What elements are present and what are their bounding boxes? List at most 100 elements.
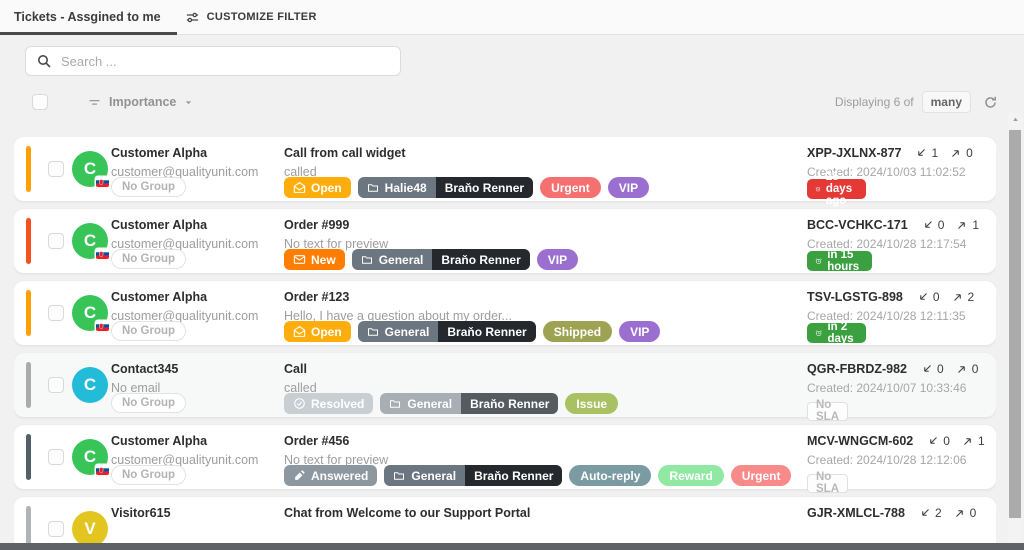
contact-name: Customer Alpha xyxy=(111,218,207,232)
contact-name: Visitor615 xyxy=(111,506,171,520)
ticket-checkbox[interactable] xyxy=(48,233,64,249)
department-agent-pill: General Braňo Renner xyxy=(380,393,558,414)
arrow-up-right-icon xyxy=(950,147,962,159)
tag-list: Urgent VIP xyxy=(540,177,649,198)
received-count: 0 xyxy=(943,434,950,448)
search-icon xyxy=(36,53,52,69)
active-tab-underline xyxy=(0,32,177,35)
priority-bar xyxy=(26,218,31,264)
tag-pill: Reward xyxy=(658,465,723,486)
ticket-checkbox[interactable] xyxy=(48,161,64,177)
sent-counter: 0 xyxy=(954,506,977,520)
search-input[interactable] xyxy=(61,54,390,69)
ticket-checkbox[interactable] xyxy=(48,449,64,465)
contact-name: Customer Alpha xyxy=(111,146,207,160)
group-chip: No Group xyxy=(111,249,186,269)
received-count: 0 xyxy=(938,218,945,232)
received-counter: 2 xyxy=(919,506,942,520)
ticket-subject: Order #456 xyxy=(284,434,349,448)
created-text: Created: 2024/10/28 12:12:06 xyxy=(807,453,966,467)
ticket-checkbox[interactable] xyxy=(48,377,64,393)
department-segment: Halie48 xyxy=(358,177,436,198)
tag-pill: Issue xyxy=(565,393,618,414)
tag-pill: Urgent xyxy=(540,177,601,198)
count-chip[interactable]: many xyxy=(922,91,971,113)
department-segment: General xyxy=(380,393,461,414)
select-all-checkbox[interactable] xyxy=(32,94,48,110)
received-counter: 0 xyxy=(921,362,944,376)
tag-pill: Urgent xyxy=(731,465,792,486)
arrow-up-right-icon xyxy=(956,363,968,375)
ticket-code: BCC-VCHKC-171 xyxy=(807,218,908,232)
arrow-down-left-icon xyxy=(921,363,933,375)
refresh-icon[interactable] xyxy=(983,95,998,110)
customize-filter-label: CUSTOMIZE FILTER xyxy=(207,11,317,23)
received-counter: 0 xyxy=(917,290,940,304)
sent-counter: 0 xyxy=(956,362,979,376)
contact-name: Contact345 xyxy=(111,362,178,376)
ticket-row[interactable]: C Customer Alpha customer@qualityunit.co… xyxy=(14,425,996,489)
arrow-down-left-icon xyxy=(919,507,931,519)
flag-icon xyxy=(96,465,109,475)
tag-pill: VIP xyxy=(608,177,649,198)
badge-row: Answered General Braňo Renner Auto-reply… xyxy=(284,465,791,486)
scrollbar-thumb[interactable] xyxy=(1009,130,1021,518)
ticket-checkbox[interactable] xyxy=(48,521,64,537)
arrow-up-right-icon xyxy=(954,507,966,519)
sent-counter: 1 xyxy=(962,434,985,448)
priority-bar xyxy=(26,434,31,480)
ticket-row[interactable]: C Customer Alpha customer@qualityunit.co… xyxy=(14,209,996,273)
group-chip: No Group xyxy=(111,177,186,197)
tab-bar: Tickets - Assgined to me CUSTOMIZE FILTE… xyxy=(0,0,1024,35)
tab-label: Tickets - Assgined to me xyxy=(14,10,161,24)
contact-name: Customer Alpha xyxy=(111,290,207,304)
sla-badge: in 15 hours xyxy=(807,251,872,271)
tag-list: ShippedVIP xyxy=(543,321,661,342)
tab-tickets-assigned[interactable]: Tickets - Assgined to me xyxy=(0,0,177,35)
badge-row: New General Braňo Renner VIP xyxy=(284,249,578,270)
ticket-row[interactable]: C Customer Alpha customer@qualityunit.co… xyxy=(14,137,996,201)
priority-bar xyxy=(26,290,31,336)
department-agent-pill: Halie48 Braňo Renner xyxy=(358,177,533,198)
department-agent-pill: General Braňo Renner xyxy=(384,465,562,486)
tag-list: Issue xyxy=(565,393,618,414)
ticket-subject: Call xyxy=(284,362,307,376)
sort-importance-dropdown[interactable]: Importance xyxy=(87,95,194,110)
tag-pill: Auto-reply xyxy=(569,465,651,486)
received-counter: 0 xyxy=(927,434,950,448)
displaying-label: Displaying 6 of xyxy=(835,95,914,109)
sent-count: 0 xyxy=(970,506,977,520)
status-badge: Answered xyxy=(284,465,377,486)
status-badge: Resolved xyxy=(284,393,373,414)
ticket-row[interactable]: V Visitor615 Chat from Welcome to our Su… xyxy=(14,497,996,543)
ticket-checkbox[interactable] xyxy=(48,305,64,321)
list-toolbar: Importance Displaying 6 of many xyxy=(32,91,998,113)
department-segment: General xyxy=(352,249,433,270)
department-segment: General xyxy=(384,465,465,486)
badge-row: Open General Braňo Renner ShippedVIP xyxy=(284,321,660,342)
search-box xyxy=(25,46,401,76)
group-chip: No Group xyxy=(111,393,186,413)
ticket-subject: Order #123 xyxy=(284,290,349,304)
status-badge: Open xyxy=(284,177,351,198)
arrow-down-left-icon xyxy=(915,147,927,159)
agent-segment: Braňo Renner xyxy=(461,393,558,414)
agent-segment: Braňo Renner xyxy=(438,321,535,342)
tag-pill: Shipped xyxy=(543,321,612,342)
flag-icon xyxy=(96,249,109,259)
arrow-up-right-icon xyxy=(962,435,974,447)
arrow-down-left-icon xyxy=(922,219,934,231)
tag-pill: VIP xyxy=(537,249,578,270)
department-agent-pill: General Braňo Renner xyxy=(358,321,536,342)
scrollbar-track[interactable] xyxy=(1008,113,1022,543)
ticket-code: XPP-JXLNX-877 xyxy=(807,146,901,160)
ticket-code: QGR-FBRDZ-982 xyxy=(807,362,907,376)
sla-badge: in 2 days xyxy=(807,323,866,343)
ticket-row[interactable]: C Contact345 No email No Group Call call… xyxy=(14,353,996,417)
ticket-row[interactable]: C Customer Alpha customer@qualityunit.co… xyxy=(14,281,996,345)
arrow-down-left-icon xyxy=(927,435,939,447)
customize-filter-button[interactable]: CUSTOMIZE FILTER xyxy=(185,10,317,25)
sort-label: Importance xyxy=(109,95,176,109)
scrollbar-up-arrow[interactable] xyxy=(1008,115,1022,124)
group-chip: No Group xyxy=(111,321,186,341)
